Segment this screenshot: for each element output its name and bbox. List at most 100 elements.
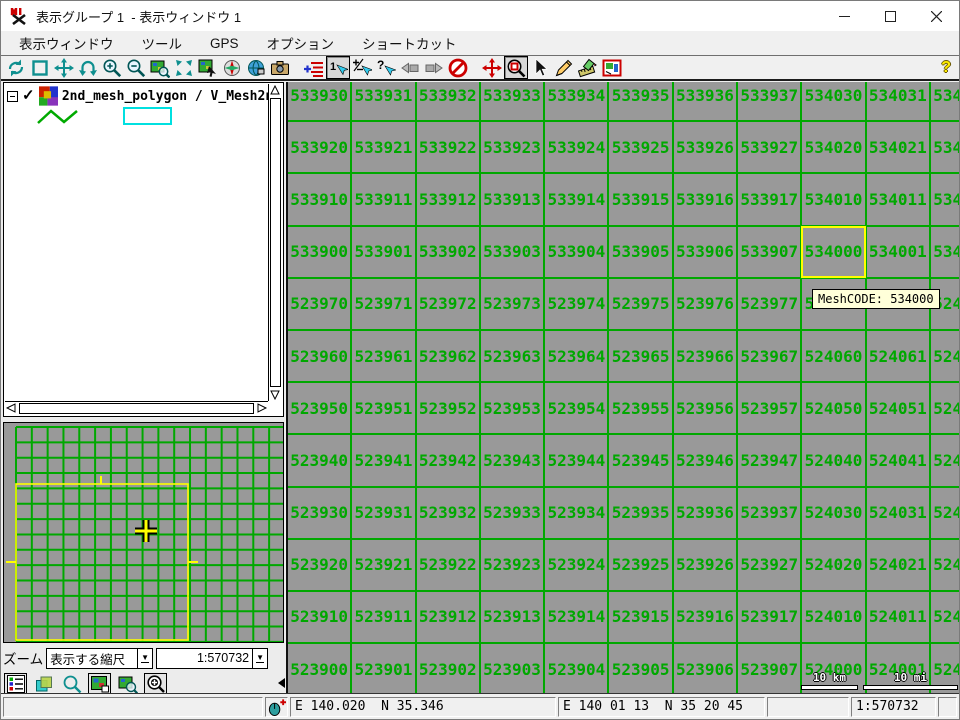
- mesh-cell[interactable]: 533903: [480, 226, 544, 278]
- mesh-cell[interactable]: 524012: [930, 591, 959, 643]
- mesh-cell[interactable]: 523944: [544, 434, 608, 486]
- mesh-cell[interactable]: 523904: [544, 643, 608, 694]
- image-map-button[interactable]: [600, 56, 624, 79]
- overview-map[interactable]: [3, 422, 284, 643]
- mesh-cell[interactable]: 523965: [608, 330, 672, 382]
- mesh-cell[interactable]: 533934: [544, 82, 608, 121]
- mesh-cell[interactable]: 524060: [801, 330, 865, 382]
- pencil-button[interactable]: [552, 56, 576, 79]
- mesh-cell[interactable]: 523912: [416, 591, 480, 643]
- mesh-cell[interactable]: 523947: [737, 434, 801, 486]
- mesh-cell[interactable]: 534000: [801, 226, 865, 278]
- mesh-cell[interactable]: 533925: [608, 121, 672, 173]
- menu-item-2[interactable]: ツール: [128, 30, 197, 56]
- mesh-cell[interactable]: 533927: [737, 121, 801, 173]
- layers-button[interactable]: [32, 673, 55, 695]
- mesh-cell[interactable]: 523915: [608, 591, 672, 643]
- mesh-cell[interactable]: 533914: [544, 173, 608, 225]
- mesh-cell[interactable]: 523943: [480, 434, 544, 486]
- add-data-button[interactable]: [302, 56, 326, 79]
- map-window-button[interactable]: [88, 673, 111, 695]
- layer-checkbox[interactable]: ✓: [22, 90, 35, 102]
- mesh-cell[interactable]: 523963: [480, 330, 544, 382]
- layer-tree-item[interactable]: ✓ 2nd_mesh_polygon / V_Mesh2nd: [4, 83, 283, 106]
- compass-button[interactable]: [220, 56, 244, 79]
- mesh-cell[interactable]: 523923: [480, 539, 544, 591]
- map-canvas[interactable]: 5339305339315339325339335339345339355339…: [286, 82, 959, 694]
- mesh-cell[interactable]: 523900: [287, 643, 351, 694]
- mesh-cell[interactable]: 524030: [801, 487, 865, 539]
- mesh-cell[interactable]: 523946: [673, 434, 737, 486]
- zoom-out-button[interactable]: [124, 56, 148, 79]
- mesh-cell[interactable]: 533920: [287, 121, 351, 173]
- mesh-cell[interactable]: 523927: [737, 539, 801, 591]
- tree-vertical-scrollbar[interactable]: [268, 84, 282, 401]
- forward-button[interactable]: [422, 56, 446, 79]
- help-icon[interactable]: ?: [941, 59, 951, 77]
- previous-view-button[interactable]: [76, 56, 100, 79]
- mesh-cell[interactable]: 523952: [416, 382, 480, 434]
- mesh-cell[interactable]: 533921: [351, 121, 415, 173]
- mesh-cell[interactable]: 523955: [608, 382, 672, 434]
- mesh-cell[interactable]: 523903: [480, 643, 544, 694]
- mesh-cell[interactable]: 533931: [351, 82, 415, 121]
- magnifier-button[interactable]: [60, 673, 83, 695]
- mesh-cell[interactable]: 523974: [544, 278, 608, 330]
- chevron-down-icon[interactable]: [137, 649, 152, 668]
- mesh-cell[interactable]: 523942: [416, 434, 480, 486]
- world-button[interactable]: [244, 56, 268, 79]
- menu-item-3[interactable]: GPS: [196, 33, 253, 54]
- full-extent-button[interactable]: [28, 56, 52, 79]
- mesh-cell[interactable]: 533933: [480, 82, 544, 121]
- tree-vscroll-thumb[interactable]: [270, 98, 281, 387]
- mesh-cell[interactable]: 524041: [866, 434, 930, 486]
- mesh-cell[interactable]: 523975: [608, 278, 672, 330]
- mesh-cell[interactable]: 534031: [866, 82, 930, 121]
- scroll-right-icon[interactable]: [256, 402, 268, 414]
- mesh-cell[interactable]: 533900: [287, 226, 351, 278]
- mesh-cell[interactable]: 523911: [351, 591, 415, 643]
- mesh-cell[interactable]: 533912: [416, 173, 480, 225]
- mesh-cell[interactable]: 523932: [416, 487, 480, 539]
- mesh-cell[interactable]: 533932: [416, 82, 480, 121]
- mesh-cell[interactable]: 524051: [866, 382, 930, 434]
- map-zoom-button[interactable]: [116, 673, 139, 695]
- mesh-cell[interactable]: 523961: [351, 330, 415, 382]
- scale-value-combobox[interactable]: 1:570732: [156, 648, 268, 669]
- mesh-cell[interactable]: 524032: [930, 487, 959, 539]
- mesh-cell[interactable]: 523945: [608, 434, 672, 486]
- mesh-cell[interactable]: 523962: [416, 330, 480, 382]
- mesh-cell[interactable]: 534011: [866, 173, 930, 225]
- mesh-cell[interactable]: 534002: [930, 226, 959, 278]
- mesh-cell[interactable]: 523956: [673, 382, 737, 434]
- mesh-cell[interactable]: 523931: [351, 487, 415, 539]
- mesh-cell[interactable]: 523937: [737, 487, 801, 539]
- mesh-cell[interactable]: 524021: [866, 539, 930, 591]
- mesh-cell[interactable]: 523926: [673, 539, 737, 591]
- mesh-cell[interactable]: 533917: [737, 173, 801, 225]
- mesh-cell[interactable]: 533904: [544, 226, 608, 278]
- move-button[interactable]: [480, 56, 504, 79]
- select-1-button[interactable]: 1: [326, 56, 350, 79]
- mesh-cell[interactable]: 523917: [737, 591, 801, 643]
- mesh-cell[interactable]: 533915: [608, 173, 672, 225]
- mesh-cell[interactable]: 533905: [608, 226, 672, 278]
- mesh-cell[interactable]: 523970: [287, 278, 351, 330]
- mesh-cell[interactable]: 523933: [480, 487, 544, 539]
- mesh-cell[interactable]: 533923: [480, 121, 544, 173]
- mesh-cell[interactable]: 524022: [930, 539, 959, 591]
- cancel-button[interactable]: [446, 56, 470, 79]
- mesh-cell[interactable]: 534030: [801, 82, 865, 121]
- mesh-cell[interactable]: 524011: [866, 591, 930, 643]
- mesh-cell[interactable]: 523930: [287, 487, 351, 539]
- mesh-cell[interactable]: 533907: [737, 226, 801, 278]
- mesh-cell[interactable]: 523936: [673, 487, 737, 539]
- mesh-cell[interactable]: 524052: [930, 382, 959, 434]
- mesh-cell[interactable]: 533901: [351, 226, 415, 278]
- mesh-cell[interactable]: 523953: [480, 382, 544, 434]
- mesh-cell[interactable]: 523960: [287, 330, 351, 382]
- pan-button[interactable]: [52, 56, 76, 79]
- mesh-cell[interactable]: 523910: [287, 591, 351, 643]
- zoom-fit-button[interactable]: [172, 56, 196, 79]
- scroll-up-icon[interactable]: [269, 84, 281, 96]
